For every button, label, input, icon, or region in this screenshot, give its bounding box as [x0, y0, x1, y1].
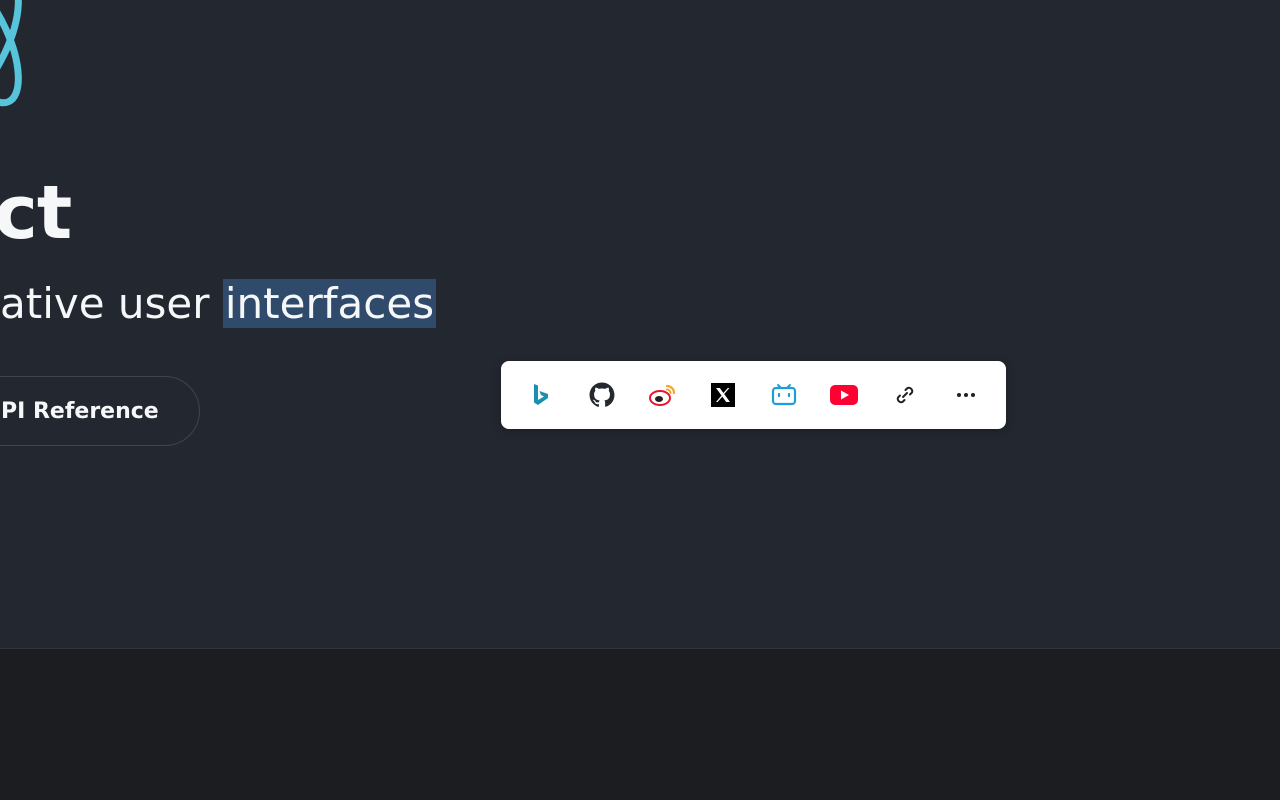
tagline-text: ative user	[0, 279, 223, 328]
link-icon	[896, 386, 914, 404]
share-bilibili-button[interactable]	[762, 373, 806, 417]
bilibili-icon	[771, 384, 796, 406]
share-youtube-button[interactable]	[822, 373, 866, 417]
hero-section: ct ative user interfaces PI Reference	[0, 0, 1280, 648]
x-icon	[711, 383, 736, 407]
tagline: ative user interfaces	[0, 270, 437, 338]
share-github-button[interactable]	[580, 373, 624, 417]
weibo-icon	[648, 384, 675, 406]
github-icon	[589, 382, 615, 407]
bing-icon	[534, 384, 549, 405]
share-x-button[interactable]	[701, 373, 745, 417]
page: ct ative user interfaces PI Reference	[0, 0, 1280, 800]
share-bing-button[interactable]	[519, 373, 563, 417]
share-weibo-button[interactable]	[641, 373, 685, 417]
footer	[0, 648, 1280, 800]
copy-link-button[interactable]	[883, 373, 927, 417]
share-toolbar	[501, 361, 1006, 429]
more-options-button[interactable]	[944, 373, 988, 417]
api-reference-button[interactable]: PI Reference	[0, 376, 200, 446]
page-title: ct	[0, 170, 72, 256]
youtube-icon	[830, 385, 859, 405]
react-logo-icon	[0, 0, 22, 107]
tagline-selected-text[interactable]: interfaces	[222, 279, 437, 328]
api-reference-label: PI Reference	[1, 398, 159, 424]
more-icon	[956, 393, 975, 397]
